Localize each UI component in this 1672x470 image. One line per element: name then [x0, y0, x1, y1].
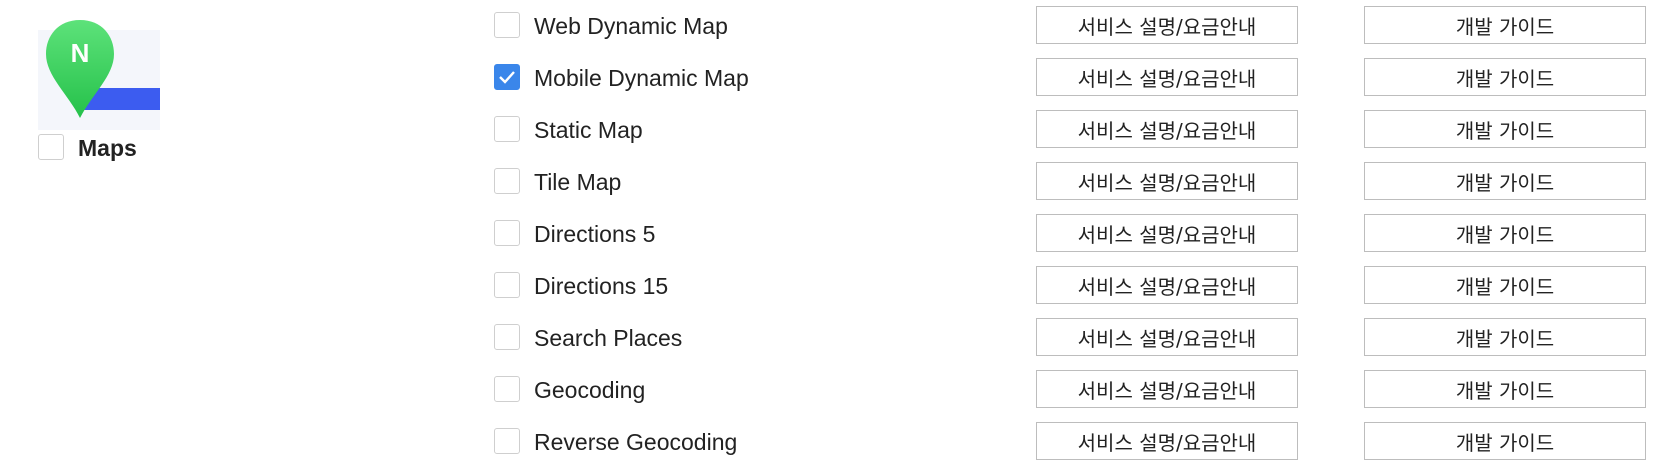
- service-info-button[interactable]: 서비스 설명/요금안내: [1036, 110, 1298, 148]
- maps-checkbox[interactable]: [38, 134, 64, 160]
- service-label: Tile Map: [534, 169, 622, 195]
- dev-guide-button[interactable]: 개발 가이드: [1364, 162, 1646, 200]
- service-row: Directions 15 서비스 설명/요금안내 개발 가이드: [494, 262, 1654, 314]
- service-label: Static Map: [534, 117, 643, 143]
- product-card: N Maps: [38, 18, 198, 168]
- product-name: Maps: [78, 135, 137, 161]
- dev-guide-button[interactable]: 개발 가이드: [1364, 214, 1646, 252]
- service-label: Web Dynamic Map: [534, 13, 728, 39]
- service-checkbox[interactable]: [494, 168, 520, 194]
- service-info-button[interactable]: 서비스 설명/요금안내: [1036, 266, 1298, 304]
- service-checkbox[interactable]: [494, 324, 520, 350]
- dev-guide-button[interactable]: 개발 가이드: [1364, 6, 1646, 44]
- service-checkbox[interactable]: [494, 428, 520, 454]
- service-label: Search Places: [534, 325, 683, 351]
- service-row: Mobile Dynamic Map 서비스 설명/요금안내 개발 가이드: [494, 54, 1654, 106]
- service-info-button[interactable]: 서비스 설명/요금안내: [1036, 318, 1298, 356]
- dev-guide-button[interactable]: 개발 가이드: [1364, 266, 1646, 304]
- service-info-button[interactable]: 서비스 설명/요금안내: [1036, 6, 1298, 44]
- service-label: Mobile Dynamic Map: [534, 65, 749, 91]
- checkmark-icon: [499, 71, 515, 84]
- service-row: Reverse Geocoding 서비스 설명/요금안내 개발 가이드: [494, 418, 1654, 470]
- service-info-button[interactable]: 서비스 설명/요금안내: [1036, 162, 1298, 200]
- service-checkbox[interactable]: [494, 220, 520, 246]
- service-checkbox[interactable]: [494, 64, 520, 90]
- service-row: Search Places 서비스 설명/요금안내 개발 가이드: [494, 314, 1654, 366]
- dev-guide-button[interactable]: 개발 가이드: [1364, 370, 1646, 408]
- service-info-button[interactable]: 서비스 설명/요금안내: [1036, 370, 1298, 408]
- logo-letter: N: [71, 38, 90, 68]
- service-row: Web Dynamic Map 서비스 설명/요금안내 개발 가이드: [494, 2, 1654, 54]
- dev-guide-button[interactable]: 개발 가이드: [1364, 110, 1646, 148]
- service-row: Geocoding 서비스 설명/요금안내 개발 가이드: [494, 366, 1654, 418]
- service-checkbox[interactable]: [494, 376, 520, 402]
- service-checkbox[interactable]: [494, 116, 520, 142]
- dev-guide-button[interactable]: 개발 가이드: [1364, 58, 1646, 96]
- service-checkbox[interactable]: [494, 272, 520, 298]
- service-row: Tile Map 서비스 설명/요금안내 개발 가이드: [494, 158, 1654, 210]
- service-info-button[interactable]: 서비스 설명/요금안내: [1036, 58, 1298, 96]
- service-row: Static Map 서비스 설명/요금안내 개발 가이드: [494, 106, 1654, 158]
- service-label: Reverse Geocoding: [534, 429, 738, 455]
- service-row: Directions 5 서비스 설명/요금안내 개발 가이드: [494, 210, 1654, 262]
- dev-guide-button[interactable]: 개발 가이드: [1364, 422, 1646, 460]
- service-label: Geocoding: [534, 377, 646, 403]
- service-checkbox[interactable]: [494, 12, 520, 38]
- service-label: Directions 5: [534, 221, 656, 247]
- service-info-button[interactable]: 서비스 설명/요금안내: [1036, 214, 1298, 252]
- service-info-button[interactable]: 서비스 설명/요금안내: [1036, 422, 1298, 460]
- service-label: Directions 15: [534, 273, 669, 299]
- dev-guide-button[interactable]: 개발 가이드: [1364, 318, 1646, 356]
- naver-maps-pin-icon: N: [38, 18, 160, 130]
- service-list: Web Dynamic Map 서비스 설명/요금안내 개발 가이드 Mobil…: [494, 0, 1654, 470]
